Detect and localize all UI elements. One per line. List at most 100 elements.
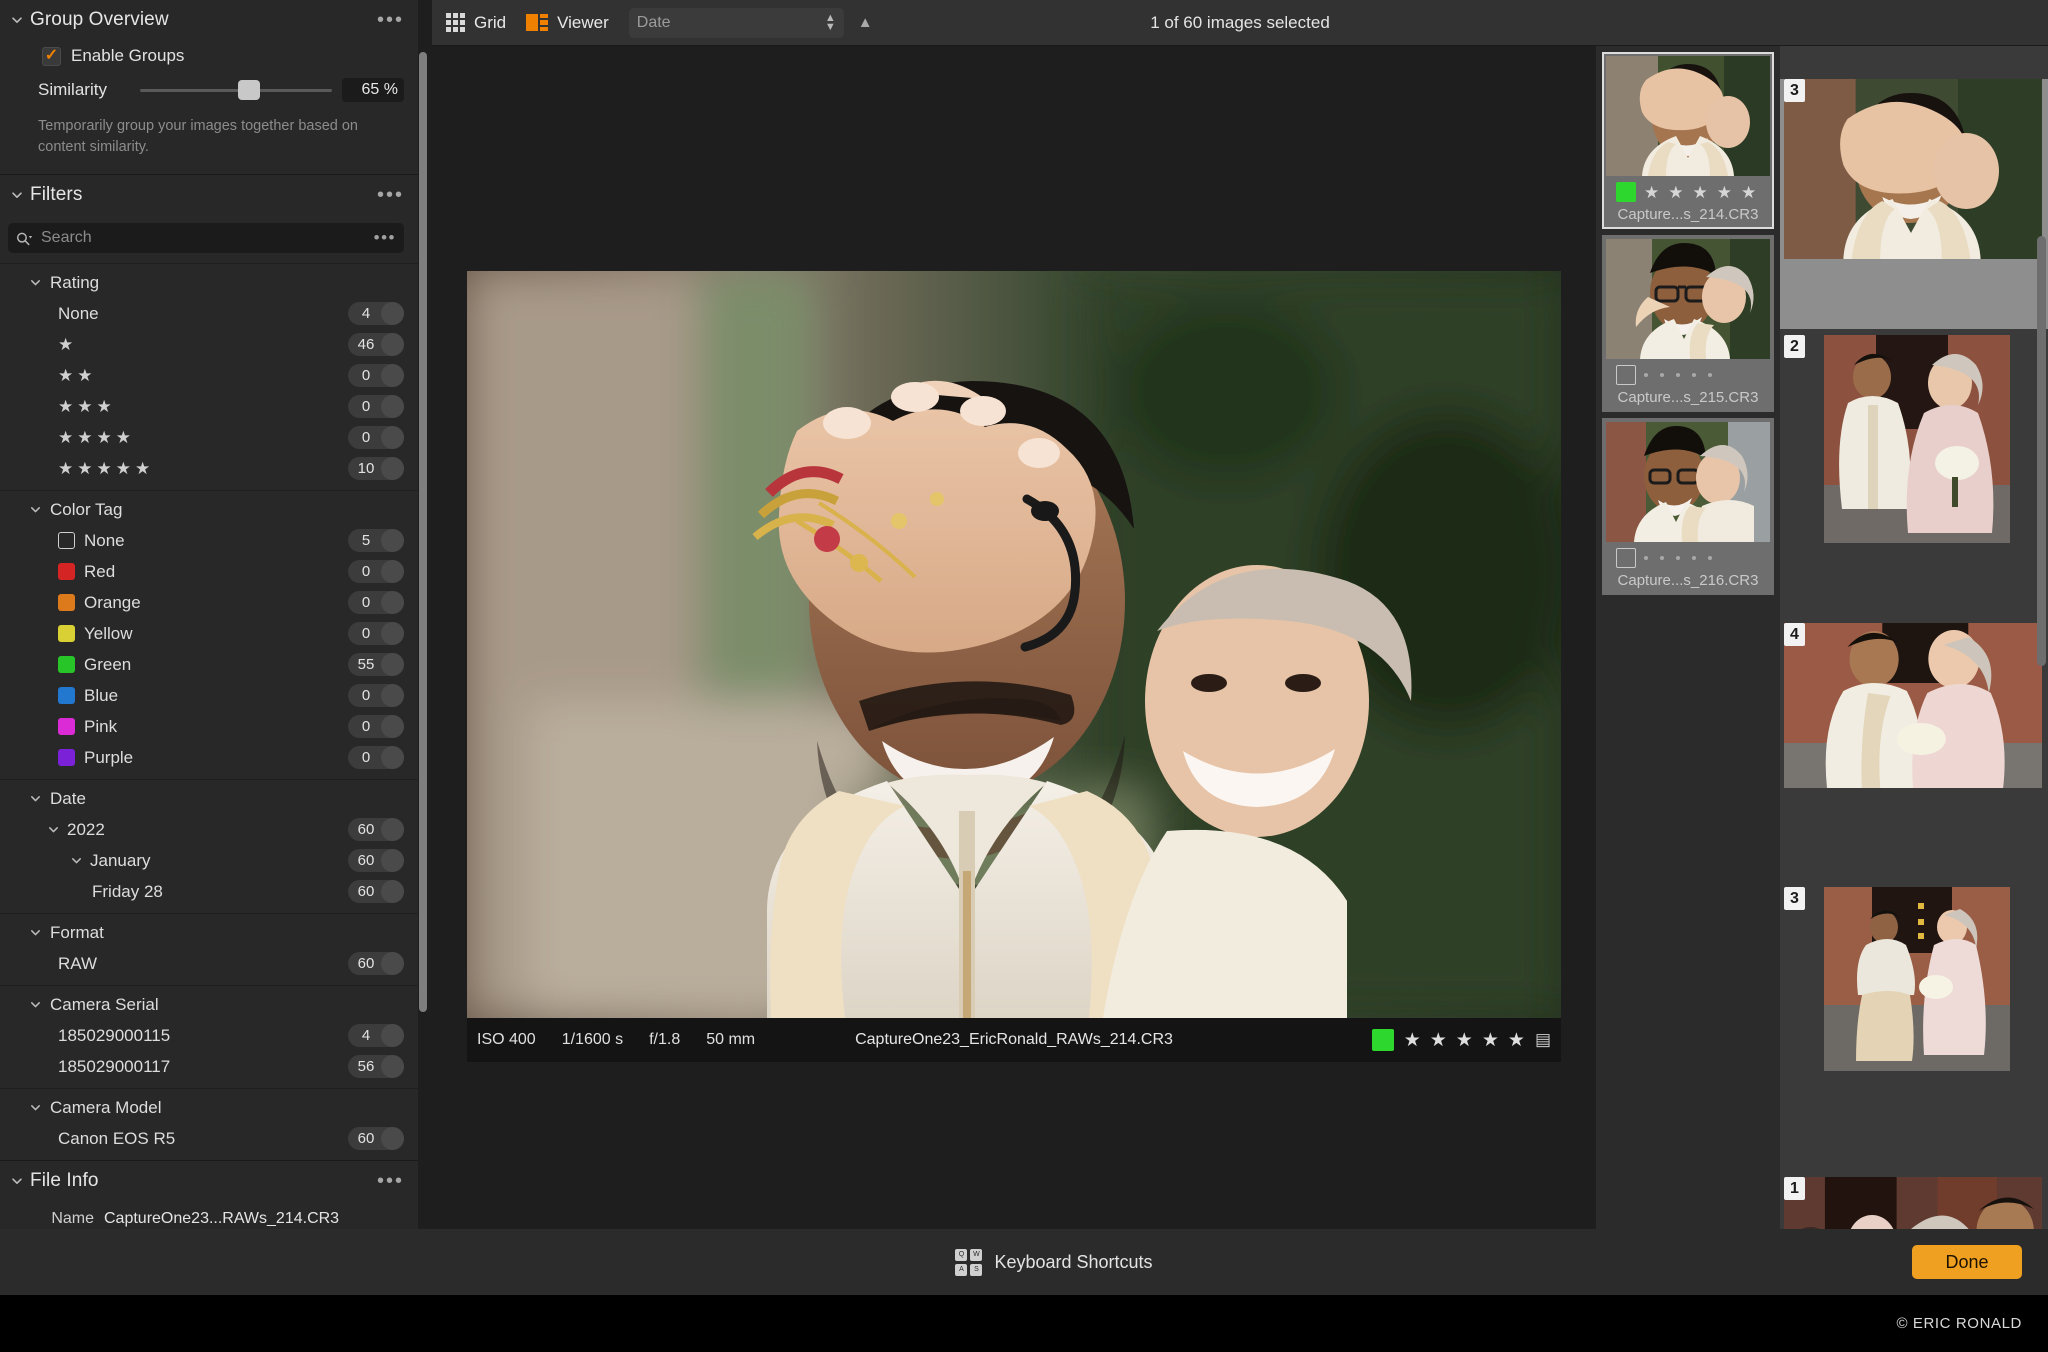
star-icon[interactable]: ★ xyxy=(1644,184,1659,201)
filter-row[interactable]: 18502900011756 xyxy=(0,1051,418,1082)
chevron-up-down-icon[interactable]: ▲▼ xyxy=(825,14,836,32)
filter-row[interactable]: ★★0 xyxy=(0,360,418,391)
chevron-down-icon[interactable] xyxy=(26,274,44,292)
rating-dot[interactable] xyxy=(1692,556,1696,560)
group-thumbnail[interactable] xyxy=(1824,335,2010,543)
toggle-knob[interactable] xyxy=(381,818,404,841)
filter-group-header[interactable]: Camera Model xyxy=(0,1092,418,1123)
star-icon[interactable]: ★ xyxy=(1456,1031,1473,1050)
toggle-knob[interactable] xyxy=(381,395,404,418)
filter-row[interactable]: ★46 xyxy=(0,329,418,360)
star-icon[interactable]: ★ xyxy=(1482,1031,1499,1050)
star-icon[interactable]: ★ xyxy=(1693,184,1708,201)
filter-count-toggle[interactable]: 5 xyxy=(348,529,404,552)
toggle-knob[interactable] xyxy=(381,591,404,614)
rating-dot[interactable] xyxy=(1644,373,1648,377)
group-overview-menu-icon[interactable]: ••• xyxy=(377,15,404,25)
filter-count-toggle[interactable]: 55 xyxy=(348,653,404,676)
rating-dot[interactable] xyxy=(1708,556,1712,560)
search-options-icon[interactable]: ••• xyxy=(374,234,396,242)
grid-mode-button[interactable]: Grid xyxy=(446,13,506,33)
star-icon[interactable]: ★ xyxy=(1404,1031,1421,1050)
rating-stars[interactable]: ★★★★★ xyxy=(1644,184,1756,201)
toggle-knob[interactable] xyxy=(381,333,404,356)
filter-count-toggle[interactable]: 0 xyxy=(348,560,404,583)
toggle-knob[interactable] xyxy=(381,302,404,325)
filter-row[interactable]: ★★★★★10 xyxy=(0,453,418,484)
chevron-down-icon[interactable] xyxy=(68,853,84,869)
filter-row[interactable]: ★★★★0 xyxy=(0,422,418,453)
rating-dot[interactable] xyxy=(1644,556,1648,560)
toggle-knob[interactable] xyxy=(381,622,404,645)
search-box[interactable]: ••• xyxy=(8,223,404,253)
similarity-value[interactable]: 65 % xyxy=(342,78,404,102)
filter-count-toggle[interactable]: 0 xyxy=(348,622,404,645)
filter-group-header[interactable]: Format xyxy=(0,917,418,948)
filter-group-header[interactable]: Date xyxy=(0,783,418,814)
similarity-slider[interactable] xyxy=(140,80,332,100)
filter-count-toggle[interactable]: 0 xyxy=(348,364,404,387)
filter-row[interactable]: Red0 xyxy=(0,556,418,587)
color-tag-swatch[interactable] xyxy=(1616,365,1636,385)
main-photo[interactable] xyxy=(467,271,1561,1018)
toggle-knob[interactable] xyxy=(381,560,404,583)
filter-row[interactable]: Yellow0 xyxy=(0,618,418,649)
toggle-knob[interactable] xyxy=(381,684,404,707)
star-icon[interactable]: ★ xyxy=(1430,1031,1447,1050)
group-thumbnail[interactable] xyxy=(1784,79,2042,259)
group-column-scrollbar[interactable] xyxy=(2037,236,2046,1256)
filter-count-toggle[interactable]: 60 xyxy=(348,880,404,903)
star-icon[interactable]: ★ xyxy=(1508,1031,1525,1050)
toggle-knob[interactable] xyxy=(381,529,404,552)
chevron-down-icon[interactable] xyxy=(26,924,44,942)
rating-dot[interactable] xyxy=(1676,556,1680,560)
toggle-knob[interactable] xyxy=(381,364,404,387)
filter-row[interactable]: 202260 xyxy=(0,814,418,845)
group-item[interactable]: 2 xyxy=(1780,335,2048,593)
filter-count-toggle[interactable]: 10 xyxy=(348,457,404,480)
color-tag-swatch[interactable] xyxy=(1616,548,1636,568)
filter-row[interactable]: ★★★0 xyxy=(0,391,418,422)
chevron-down-icon[interactable] xyxy=(45,822,61,838)
star-icon[interactable]: ★ xyxy=(1717,184,1732,201)
filter-count-toggle[interactable]: 60 xyxy=(348,1127,404,1150)
filter-group-header[interactable]: Color Tag xyxy=(0,494,418,525)
group-item[interactable]: 3 xyxy=(1780,887,2048,1147)
slider-handle[interactable] xyxy=(238,80,260,100)
filter-row[interactable]: Purple0 xyxy=(0,742,418,773)
filter-row[interactable]: Friday 2860 xyxy=(0,876,418,907)
filter-row[interactable]: 1850290001154 xyxy=(0,1020,418,1051)
filter-count-toggle[interactable]: 0 xyxy=(348,684,404,707)
filter-row[interactable]: None5 xyxy=(0,525,418,556)
sort-direction-button[interactable]: ▲ xyxy=(858,14,873,31)
toggle-knob[interactable] xyxy=(381,1024,404,1047)
chevron-down-icon[interactable] xyxy=(26,996,44,1014)
filter-row[interactable]: January60 xyxy=(0,845,418,876)
filter-count-toggle[interactable]: 0 xyxy=(348,395,404,418)
filmstrip-item[interactable]: Capture...s_215.CR3 xyxy=(1602,235,1774,412)
filter-count-toggle[interactable]: 0 xyxy=(348,426,404,449)
filter-count-toggle[interactable]: 60 xyxy=(348,952,404,975)
toggle-knob[interactable] xyxy=(381,1127,404,1150)
chevron-down-icon[interactable] xyxy=(8,186,26,204)
filmstrip-item[interactable]: Capture...s_216.CR3 xyxy=(1602,418,1774,595)
group-thumbnail[interactable] xyxy=(1784,623,2042,788)
sort-select[interactable]: Date ▲▼ xyxy=(629,8,844,38)
filter-count-toggle[interactable]: 56 xyxy=(348,1055,404,1078)
rating-dot[interactable] xyxy=(1660,373,1664,377)
chevron-down-icon[interactable] xyxy=(8,1172,26,1190)
filter-count-toggle[interactable]: 0 xyxy=(348,715,404,738)
group-item[interactable]: 4 xyxy=(1780,623,2048,881)
filmstrip-thumbnail[interactable] xyxy=(1606,56,1770,176)
done-button[interactable]: Done xyxy=(1912,1245,2022,1279)
color-tag-swatch[interactable] xyxy=(1616,182,1636,202)
filter-count-toggle[interactable]: 4 xyxy=(348,302,404,325)
group-thumbnail[interactable] xyxy=(1824,887,2010,1071)
star-rating[interactable]: ★ ★ ★ ★ ★ xyxy=(1404,1031,1525,1050)
rating-dots[interactable] xyxy=(1644,556,1712,560)
filter-row[interactable]: Green55 xyxy=(0,649,418,680)
scrollbar-thumb[interactable] xyxy=(419,52,427,1012)
filter-count-toggle[interactable]: 4 xyxy=(348,1024,404,1047)
filter-row[interactable]: Blue0 xyxy=(0,680,418,711)
file-info-menu-icon[interactable]: ••• xyxy=(377,1176,404,1186)
